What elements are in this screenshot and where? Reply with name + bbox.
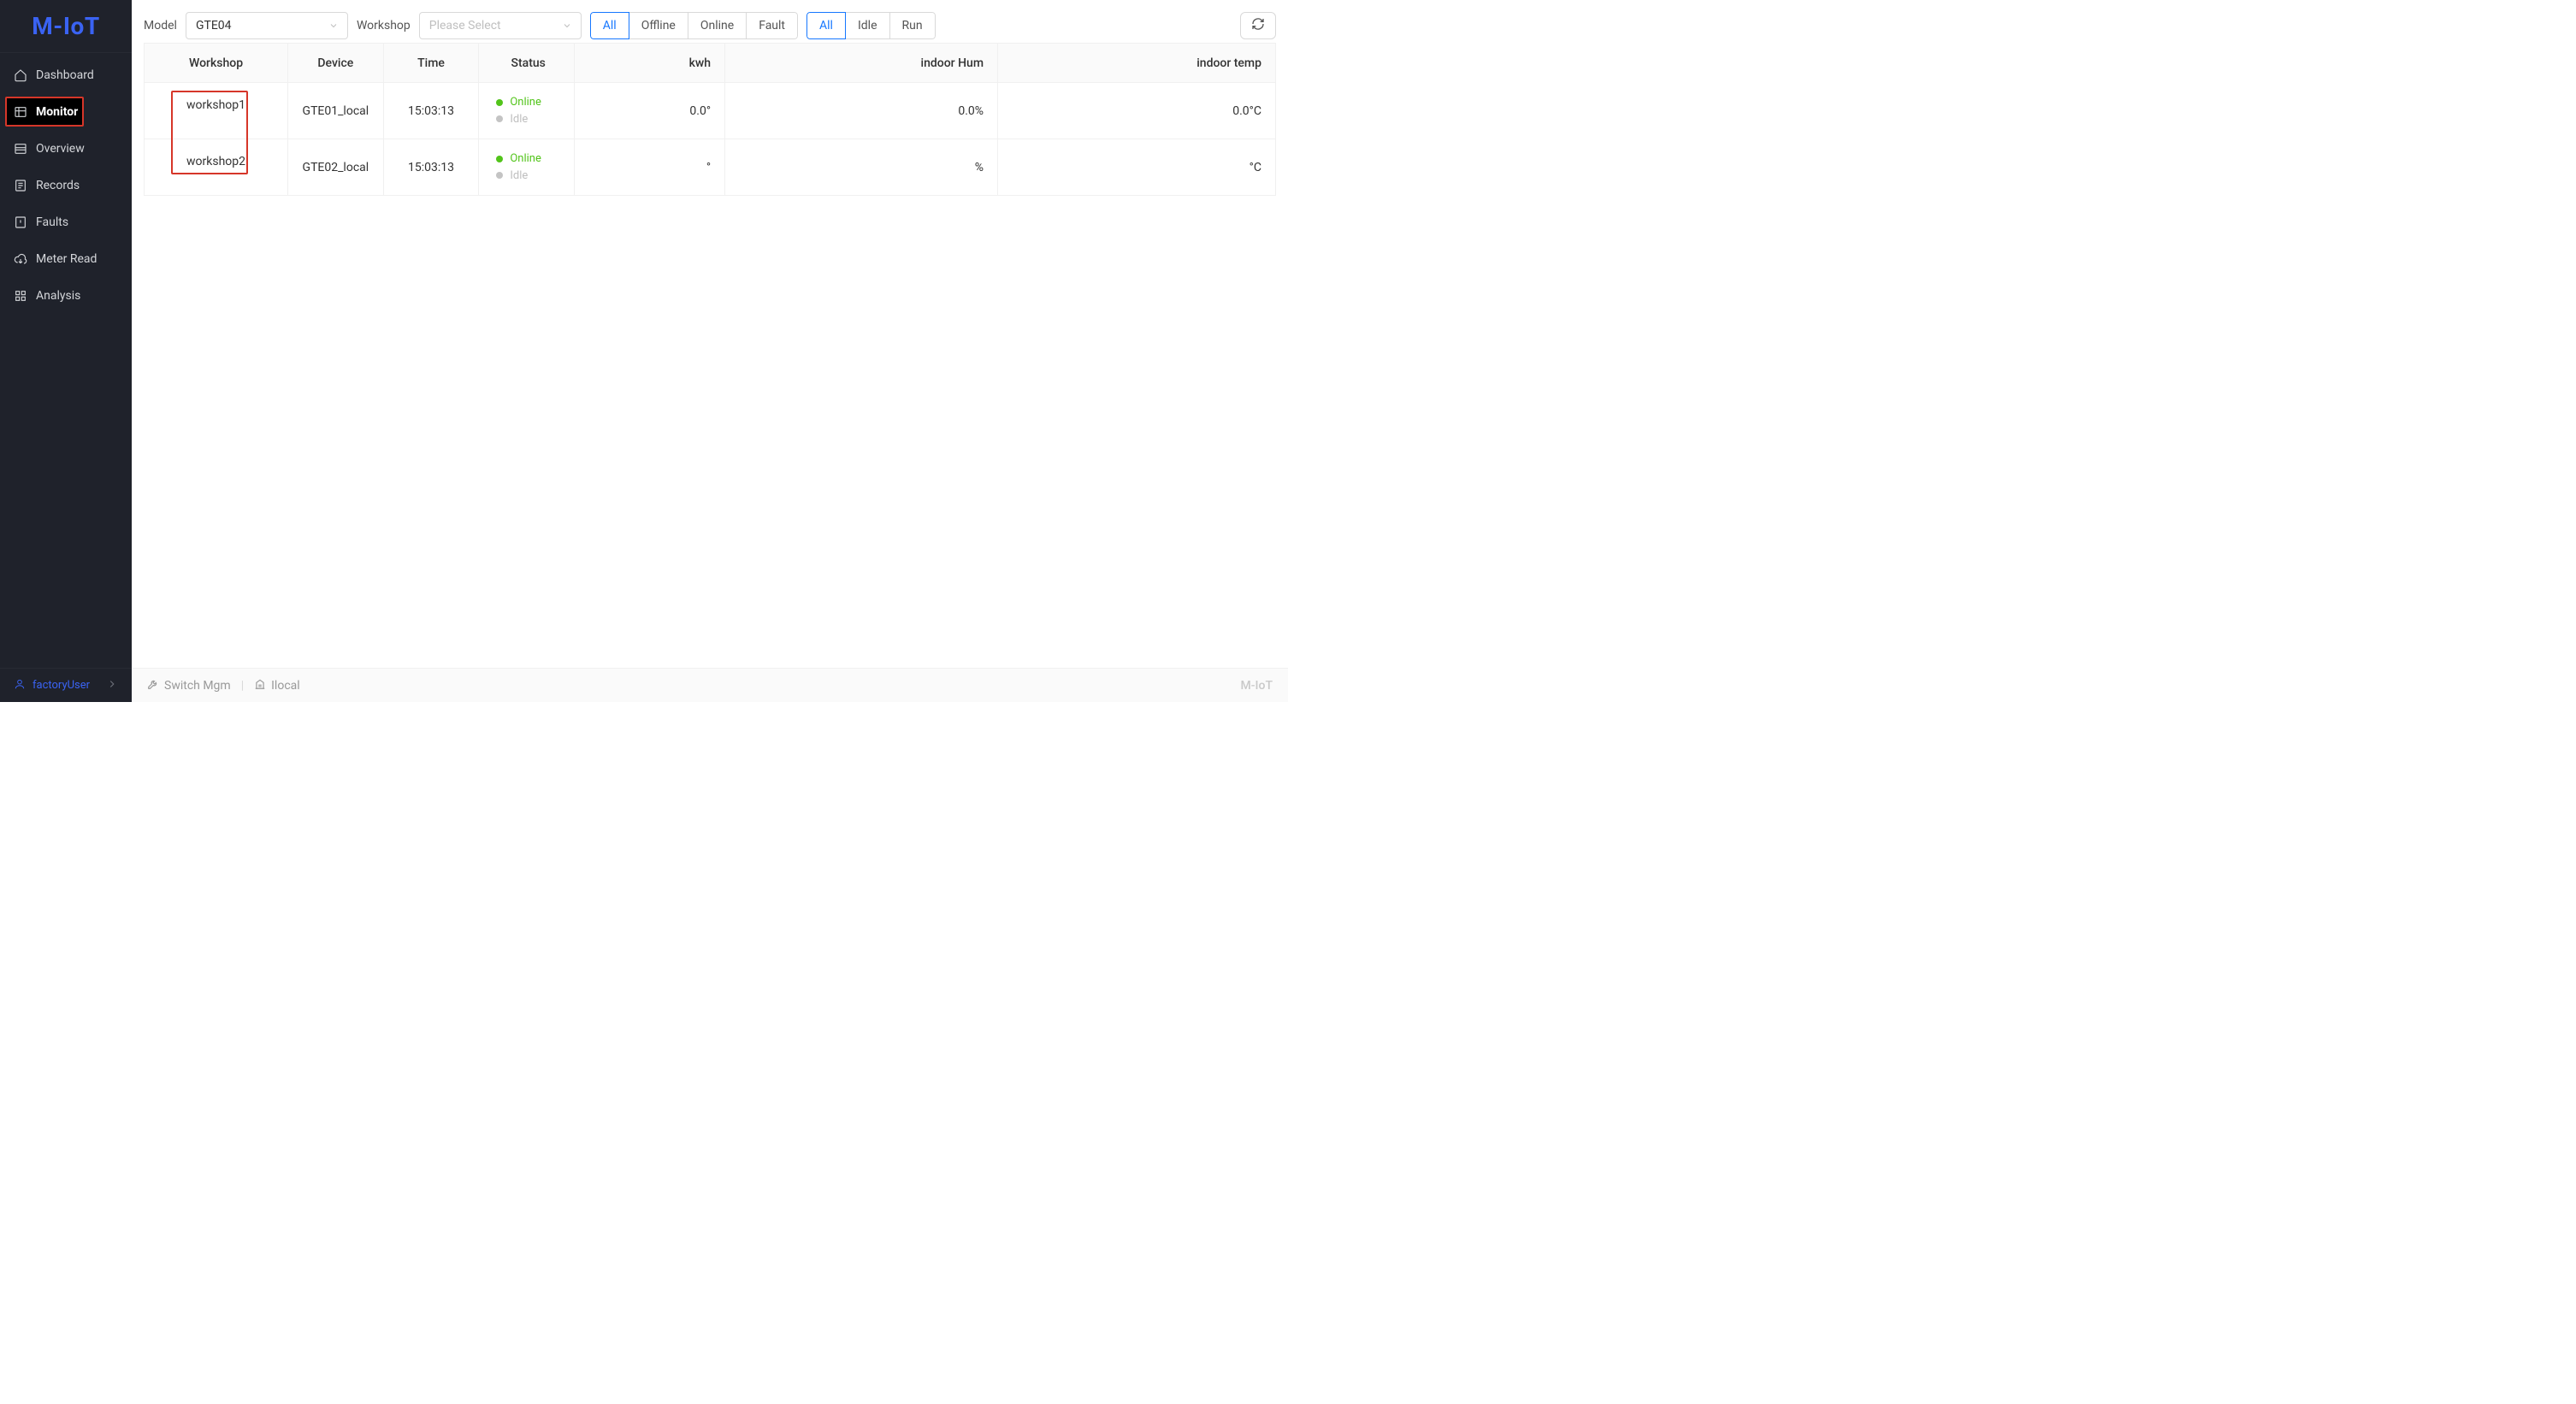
home-icon xyxy=(14,68,27,82)
status-filter-offline[interactable]: Offline xyxy=(629,12,688,39)
grid-icon xyxy=(14,142,27,156)
col-workshop: Workshop xyxy=(145,44,288,83)
sidebar-user[interactable]: factoryUser xyxy=(0,668,132,702)
col-device: Device xyxy=(288,44,384,83)
status-filter-online[interactable]: Online xyxy=(688,12,747,39)
status-text: Online xyxy=(510,150,541,168)
table-row[interactable]: workshop1GTE01_local15:03:13OnlineIdle0.… xyxy=(145,83,1276,139)
sidebar-item-label: Analysis xyxy=(36,289,80,303)
cell-kwh: 0.0° xyxy=(575,83,725,139)
cell-kwh: ° xyxy=(575,139,725,196)
col-status: Status xyxy=(479,44,575,83)
state-filter-idle[interactable]: Idle xyxy=(845,12,890,39)
cloud-download-icon xyxy=(14,252,27,266)
sidebar-item-label: Records xyxy=(36,179,80,192)
cell-workshop: workshop2 xyxy=(145,139,288,196)
status-text: Idle xyxy=(510,111,528,128)
wrench-icon xyxy=(147,678,159,693)
sidebar-item-analysis[interactable]: Analysis xyxy=(0,277,132,314)
table-icon xyxy=(14,105,27,119)
sidebar-item-monitor[interactable]: Monitor xyxy=(0,93,132,130)
status-line: Idle xyxy=(496,168,560,185)
chevron-right-icon xyxy=(106,678,118,693)
list-icon xyxy=(14,179,27,192)
col-hum: indoor Hum xyxy=(725,44,998,83)
local-label: Ilocal xyxy=(271,679,300,693)
cell-status: OnlineIdle xyxy=(479,83,575,139)
sidebar-item-label: Meter Read xyxy=(36,252,97,266)
sidebar-item-dashboard[interactable]: Dashboard xyxy=(0,56,132,93)
user-icon xyxy=(14,678,26,693)
cell-device: GTE02_local xyxy=(288,139,384,196)
sidebar-item-meter-read[interactable]: Meter Read xyxy=(0,240,132,277)
local-button[interactable]: Ilocal xyxy=(254,678,300,693)
col-temp: indoor temp xyxy=(998,44,1276,83)
sidebar-item-label: Overview xyxy=(36,142,85,156)
workshop-label: Workshop xyxy=(357,19,411,32)
building-icon xyxy=(254,678,266,693)
cell-workshop: workshop1 xyxy=(145,83,288,139)
switch-mgm-label: Switch Mgm xyxy=(164,679,231,693)
table-row[interactable]: workshop2GTE02_local15:03:13OnlineIdle°%… xyxy=(145,139,1276,196)
logo-text: M-IoT xyxy=(32,12,99,40)
status-filter-group: All Offline Online Fault xyxy=(590,12,798,39)
col-time: Time xyxy=(383,44,479,83)
status-dot-icon xyxy=(496,99,503,106)
status-line: Online xyxy=(496,150,560,168)
logo: M-IoT xyxy=(0,0,132,53)
status-bar: Switch Mgm | Ilocal M-IoT xyxy=(132,668,1288,702)
cell-temp: °C xyxy=(998,139,1276,196)
nav: Dashboard Monitor Overview Records Fa xyxy=(0,53,132,668)
status-dot-icon xyxy=(496,172,503,179)
user-name: factoryUser xyxy=(32,679,90,692)
cell-time: 15:03:13 xyxy=(383,83,479,139)
alert-icon xyxy=(14,215,27,229)
status-dot-icon xyxy=(496,156,503,162)
monitor-table: Workshop Device Time Status kwh indoor H… xyxy=(144,43,1276,196)
status-text: Online xyxy=(510,94,541,111)
status-line: Online xyxy=(496,94,560,111)
workshop-placeholder: Please Select xyxy=(429,19,501,32)
sidebar-item-overview[interactable]: Overview xyxy=(0,130,132,167)
apps-icon xyxy=(14,289,27,303)
brand-footer: M-IoT xyxy=(1241,679,1273,693)
switch-mgm-button[interactable]: Switch Mgm xyxy=(147,678,231,693)
table-header-row: Workshop Device Time Status kwh indoor H… xyxy=(145,44,1276,83)
sidebar-item-label: Faults xyxy=(36,215,68,229)
cell-time: 15:03:13 xyxy=(383,139,479,196)
status-filter-all[interactable]: All xyxy=(590,12,629,39)
separator: | xyxy=(241,679,244,693)
model-value: GTE04 xyxy=(196,19,232,32)
main: Model GTE04 Workshop Please Select All O… xyxy=(132,0,1288,668)
sidebar-item-records[interactable]: Records xyxy=(0,167,132,204)
model-select[interactable]: GTE04 xyxy=(186,12,348,39)
refresh-icon xyxy=(1251,17,1265,34)
state-filter-group: All Idle Run xyxy=(806,12,936,39)
workshop-select[interactable]: Please Select xyxy=(419,12,582,39)
cell-hum: 0.0% xyxy=(725,83,998,139)
status-filter-fault[interactable]: Fault xyxy=(746,12,798,39)
chevron-down-icon xyxy=(562,21,572,31)
sidebar: M-IoT Dashboard Monitor Overview Rec xyxy=(0,0,132,702)
cell-device: GTE01_local xyxy=(288,83,384,139)
chevron-down-icon xyxy=(328,21,339,31)
status-line: Idle xyxy=(496,111,560,128)
cell-hum: % xyxy=(725,139,998,196)
table-wrap: Workshop Device Time Status kwh indoor H… xyxy=(132,43,1288,208)
filter-bar: Model GTE04 Workshop Please Select All O… xyxy=(132,0,1288,43)
sidebar-item-faults[interactable]: Faults xyxy=(0,204,132,240)
sidebar-item-label: Dashboard xyxy=(36,68,94,82)
state-filter-run[interactable]: Run xyxy=(889,12,936,39)
sidebar-item-label: Monitor xyxy=(36,105,78,119)
col-kwh: kwh xyxy=(575,44,725,83)
status-dot-icon xyxy=(496,115,503,122)
state-filter-all[interactable]: All xyxy=(806,12,846,39)
model-label: Model xyxy=(144,19,177,32)
refresh-button[interactable] xyxy=(1240,12,1276,39)
status-text: Idle xyxy=(510,168,528,185)
cell-status: OnlineIdle xyxy=(479,139,575,196)
cell-temp: 0.0°C xyxy=(998,83,1276,139)
